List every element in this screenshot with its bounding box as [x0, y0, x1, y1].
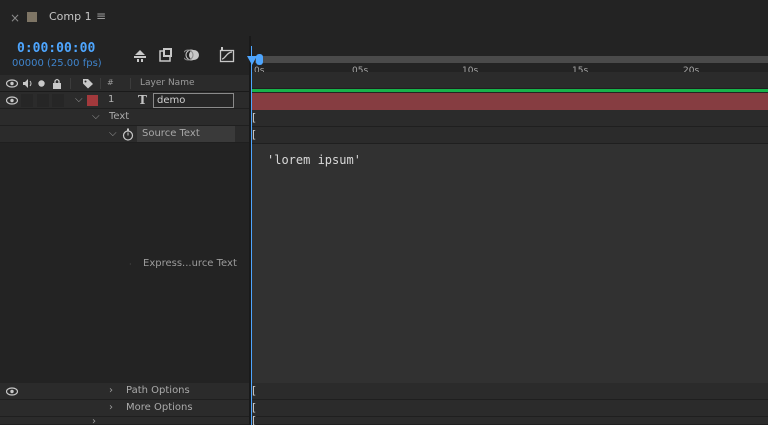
layer-number: 1: [108, 94, 115, 105]
path-options-row[interactable]: › Path Options: [0, 383, 249, 400]
number-column-header[interactable]: #: [107, 78, 114, 87]
solo-switch-icon[interactable]: [38, 80, 45, 87]
motion-blur-icon[interactable]: [184, 47, 200, 63]
ruler-track-area: [251, 72, 768, 89]
more-options-row[interactable]: › More Options: [0, 400, 249, 417]
layer-expand-chevron-icon[interactable]: ⌵: [75, 94, 83, 105]
work-area-bar[interactable]: [255, 56, 768, 63]
solo-switch-cell[interactable]: [37, 94, 49, 107]
more-options-label: More Options: [126, 402, 193, 413]
layer-name-column-header[interactable]: Layer Name: [140, 78, 195, 88]
comp-tab-title[interactable]: Comp 1: [49, 10, 92, 23]
transform-track: [: [251, 414, 768, 425]
keyframe-bracket: [: [252, 128, 257, 141]
frame-blending-icon[interactable]: [158, 47, 174, 63]
layer-label-color[interactable]: [87, 95, 98, 106]
timeline-area: 0s 05s 10s 15s 20s [ [ 'lorem ipsum' [ […: [251, 36, 768, 425]
text-property-group-row[interactable]: ⌵ Text: [0, 109, 249, 126]
layer-panel: 0:00:00:00 00000 (25.00 fps) # Layer Nam…: [0, 36, 249, 425]
path-options-eye-icon[interactable]: [6, 387, 18, 396]
video-switch-icon[interactable]: [6, 79, 18, 88]
comp-color-swatch: [27, 12, 37, 22]
audio-switch-icon[interactable]: [22, 78, 33, 89]
column-separator: [70, 78, 71, 89]
expression-property-label: Express...urce Text: [143, 258, 237, 269]
layer-visibility-eye-icon[interactable]: [6, 96, 18, 105]
graph-editor-icon[interactable]: [219, 47, 235, 63]
shy-layers-icon[interactable]: [132, 47, 148, 63]
stopwatch-icon[interactable]: [122, 128, 134, 141]
more-options-chevron-icon[interactable]: ›: [109, 402, 113, 413]
close-tab-button[interactable]: ×: [10, 11, 20, 25]
column-separator: [130, 78, 131, 89]
keyframe-bracket: [: [252, 414, 257, 425]
time-ruler[interactable]: 0s 05s 10s 15s 20s: [251, 48, 768, 83]
path-options-label: Path Options: [126, 385, 190, 396]
expression-editor[interactable]: 'lorem ipsum': [251, 144, 768, 383]
layer-name-field[interactable]: demo: [153, 93, 234, 108]
work-area-start-handle[interactable]: [256, 54, 263, 65]
source-text-track: [: [251, 127, 768, 144]
playhead-line[interactable]: [251, 57, 252, 425]
text-group-label: Text: [109, 111, 130, 122]
transform-row-partial[interactable]: ›: [0, 416, 249, 425]
lock-switch-icon[interactable]: [52, 78, 62, 89]
path-options-track: [: [251, 383, 768, 400]
keyframe-bracket: [: [252, 111, 257, 124]
expression-bullet: ·: [129, 260, 132, 269]
column-separator: [100, 78, 101, 89]
expression-code[interactable]: 'lorem ipsum': [267, 153, 361, 167]
keyframe-bracket: [: [252, 401, 257, 414]
source-text-label[interactable]: Source Text: [137, 126, 235, 142]
comp-tab-bar: × Comp 1 ≡: [0, 0, 768, 36]
text-layer-icon: T: [138, 93, 147, 107]
layer-duration-bar[interactable]: [251, 93, 768, 110]
current-time-display[interactable]: 0:00:00:00: [17, 41, 95, 56]
transform-chevron-icon[interactable]: ›: [92, 416, 96, 425]
label-tag-icon[interactable]: [82, 78, 94, 89]
more-options-track: [: [251, 400, 768, 417]
comp-duration-bar: [251, 89, 768, 92]
source-text-chevron-icon[interactable]: ⌵: [109, 128, 117, 139]
frame-count-display: 00000 (25.00 fps): [12, 58, 102, 69]
layer-column-header: # Layer Name: [0, 75, 249, 92]
text-group-chevron-icon[interactable]: ⌵: [92, 111, 100, 122]
keyframe-bracket: [: [252, 384, 257, 397]
source-text-row[interactable]: ⌵ Source Text: [0, 126, 249, 143]
layer-row[interactable]: ⌵ 1 T demo: [0, 92, 249, 109]
lock-switch-cell[interactable]: [52, 94, 64, 107]
text-group-bracket-track: [: [251, 110, 768, 127]
audio-switch-cell[interactable]: [21, 94, 33, 107]
path-options-chevron-icon[interactable]: ›: [109, 385, 113, 396]
playhead-handle[interactable]: [247, 56, 257, 65]
panel-menu-icon[interactable]: ≡: [96, 9, 106, 23]
